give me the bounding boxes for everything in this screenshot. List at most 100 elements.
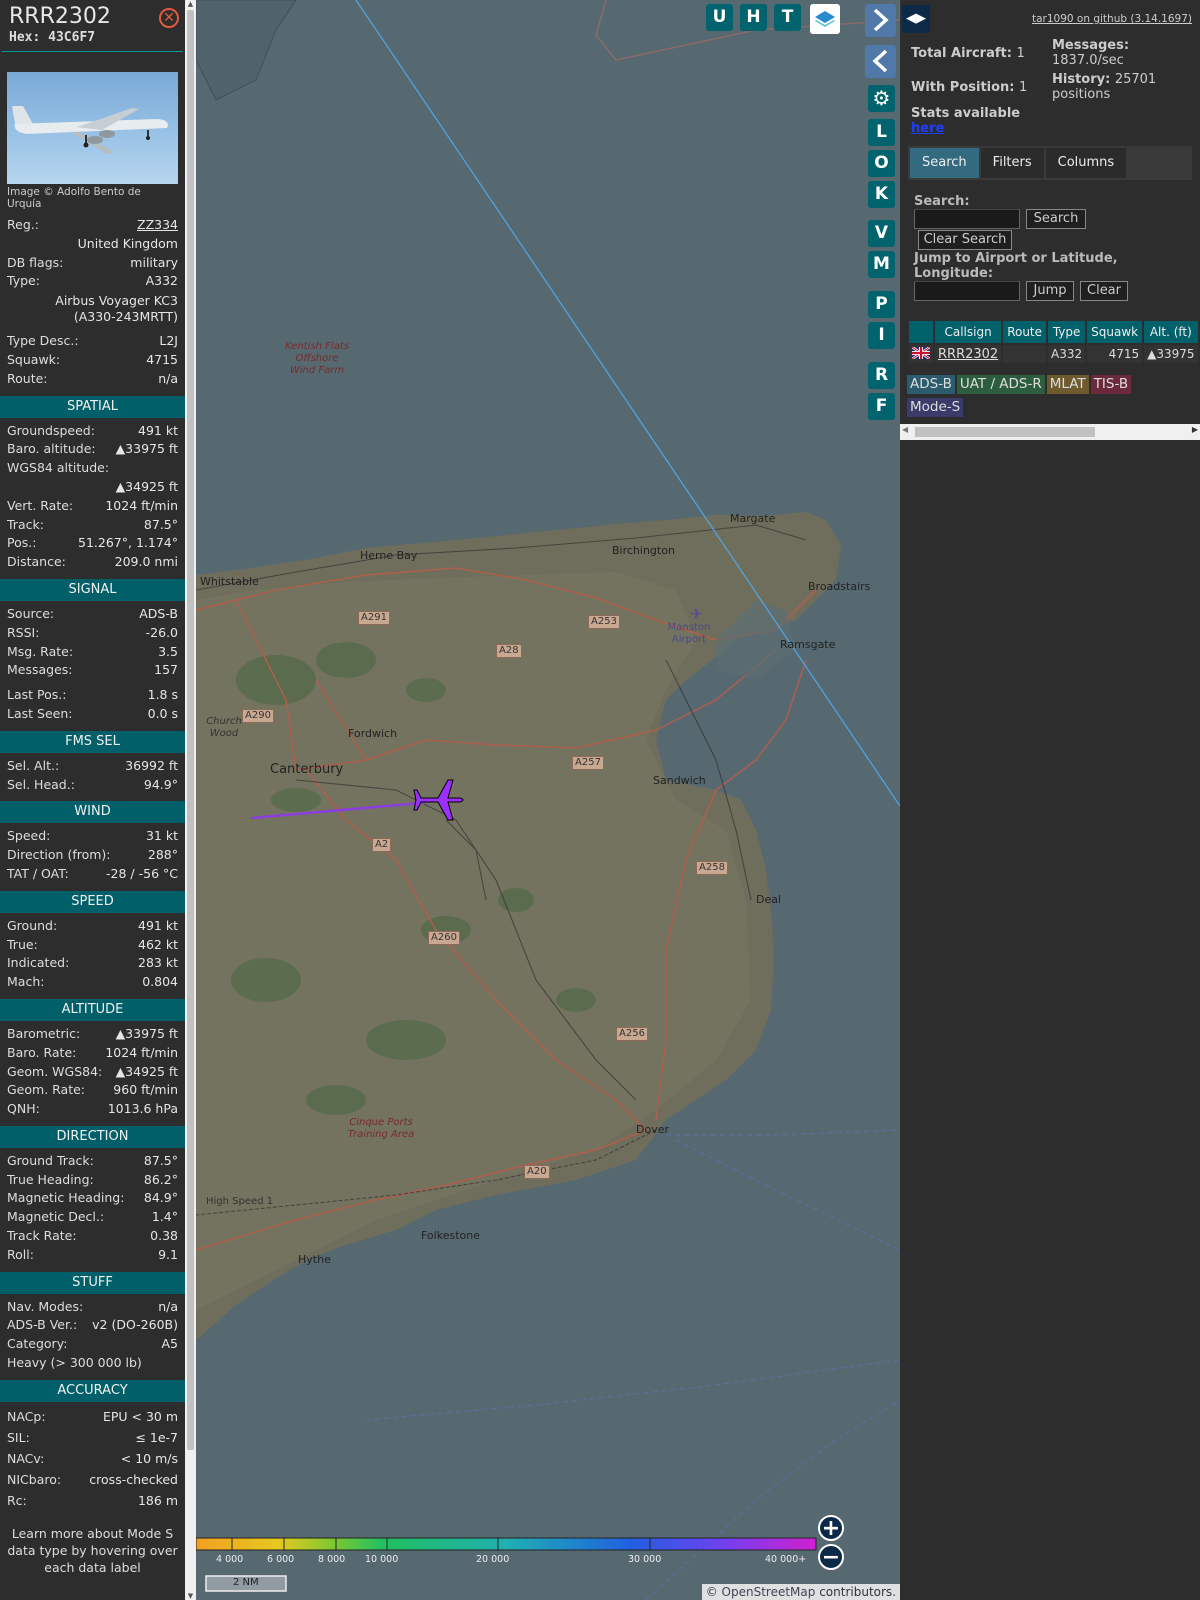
clear-button[interactable]: Clear <box>1080 281 1128 301</box>
jump-input[interactable] <box>914 281 1020 301</box>
info-row-label: Rc: <box>7 1492 27 1508</box>
jump-button[interactable]: Jump <box>1026 281 1074 301</box>
wgs84-value: ▲34925 ft <box>115 478 178 494</box>
cell-altitude: ▲33975 <box>1144 345 1198 363</box>
info-row-label: NICbaro: <box>7 1471 62 1487</box>
scroll-up-icon[interactable]: ▲ <box>186 0 195 8</box>
map-button-m[interactable]: M <box>868 251 895 278</box>
reg-link[interactable]: ZZ334 <box>137 216 178 235</box>
info-row: Sel. Alt.: 36992 ft <box>0 757 185 776</box>
place-birchington: Birchington <box>612 544 675 557</box>
info-row: Baro. Rate: 1024 ft/min <box>0 1044 185 1063</box>
tab-filters[interactable]: Filters <box>980 148 1044 178</box>
fms-rows: Sel. Alt.: 36992 ft Sel. Head.: 94.9° <box>0 757 185 795</box>
source-badge: MLAT <box>1046 375 1089 394</box>
scrollbar-thumb[interactable] <box>187 10 194 1450</box>
col-route[interactable]: Route <box>1003 321 1047 343</box>
scroll-down-icon[interactable]: ▼ <box>186 1592 195 1600</box>
expand-right-button[interactable] <box>865 4 896 37</box>
info-row: Distance: 209.0 nmi <box>0 553 185 572</box>
zoom-in-button[interactable]: + <box>818 1515 844 1541</box>
info-row: Pos.: 51.267°, 1.174° <box>0 534 185 553</box>
info-row: QNH: 1013.6 hPa <box>0 1100 185 1119</box>
table-row[interactable]: RRR2302 A332 4715 ▲33975 <box>909 345 1200 363</box>
info-row-label: Geom. WGS84: <box>7 1063 103 1079</box>
info-row-value: 84.9° <box>143 1190 178 1206</box>
github-link[interactable]: tar1090 on github (3.14.1697) <box>1032 13 1192 25</box>
aircraft-photo[interactable] <box>7 72 178 184</box>
map-button-l[interactable]: L <box>868 119 895 146</box>
place-whitstable: Whitstable <box>200 575 259 588</box>
info-row: WGS84 altitude: <box>0 459 185 478</box>
col-altitude[interactable]: Alt. (ft) <box>1144 321 1198 343</box>
hscroll-thumb[interactable] <box>915 427 1095 437</box>
route-row: Route: n/a <box>0 370 185 389</box>
tab-search[interactable]: Search <box>910 148 979 178</box>
map-button-r[interactable]: R <box>868 362 895 389</box>
info-row-value: 1.8 s <box>147 687 178 703</box>
table-horizontal-scrollbar[interactable]: ◀ ▶ <box>900 424 1200 440</box>
map-button-u[interactable]: U <box>706 4 733 31</box>
map-button-i[interactable]: I <box>868 322 895 349</box>
map-view[interactable]: ✈ Margate Birchington Herne Bay Whitstab… <box>196 0 900 1600</box>
section-altitude: ALTITUDE <box>0 998 185 1021</box>
info-row-label: Direction (from): <box>7 847 111 863</box>
road-a258: A258 <box>696 861 728 875</box>
info-row-value: 87.5° <box>143 1152 178 1168</box>
col-squawk[interactable]: Squawk <box>1087 321 1143 343</box>
info-row-value: A5 <box>161 1336 178 1352</box>
info-row-value: 0.0 s <box>147 705 178 721</box>
layers-button[interactable] <box>810 4 840 34</box>
settings-button[interactable]: ⚙ <box>868 85 895 112</box>
info-row: Barometric: ▲33975 ft <box>0 1025 185 1044</box>
col-type[interactable]: Type <box>1048 321 1086 343</box>
info-row-value: 9.1 <box>158 1246 178 1262</box>
info-scrollbar[interactable]: ▲ ▼ <box>185 0 196 1600</box>
map-button-v[interactable]: V <box>868 220 895 247</box>
map-button-t[interactable]: T <box>774 4 801 31</box>
cell-callsign[interactable]: RRR2302 <box>935 345 1002 363</box>
map-button-o[interactable]: O <box>868 150 895 177</box>
map-button-h[interactable]: H <box>740 4 767 31</box>
map-button-k[interactable]: K <box>868 181 895 208</box>
col-flag[interactable] <box>909 321 933 343</box>
search-button[interactable]: Search <box>1026 209 1086 229</box>
legend-label-30000: 30 000 <box>628 1554 662 1565</box>
place-church-wood: Church Wood <box>206 716 242 739</box>
tab-columns[interactable]: Columns <box>1045 148 1127 178</box>
messages-label: Messages: <box>1052 38 1130 53</box>
source-legend: ADS-B UAT / ADS-R MLAT TIS-B Mode-S <box>907 375 1167 421</box>
table-header-row: Callsign Route Type Squawk Alt. (ft) Sp <box>909 321 1200 343</box>
info-row: NACv: < 10 m/s <box>0 1448 185 1469</box>
learn-more-text: Learn more about Mode S data type by hov… <box>7 1525 178 1575</box>
aircraft-table: Callsign Route Type Squawk Alt. (ft) Sp … <box>907 319 1200 365</box>
clear-search-button[interactable]: Clear Search <box>918 230 1012 250</box>
osm-link[interactable]: OpenStreetMap <box>722 1585 816 1599</box>
country: United Kingdom <box>77 235 178 251</box>
collapse-left-button[interactable] <box>865 45 896 78</box>
info-row: Last Seen: 0.0 s <box>0 705 185 724</box>
close-icon[interactable]: ✕ <box>159 8 179 28</box>
direction-rows: Ground Track: 87.5° True Heading: 86.2° Magn… <box>0 1152 185 1265</box>
typedesc-row: Type Desc.: L2J <box>0 332 185 351</box>
legend-label-20000: 20 000 <box>476 1554 510 1565</box>
col-callsign[interactable]: Callsign <box>935 321 1002 343</box>
scroll-right-icon[interactable]: ▶ <box>1192 425 1198 434</box>
road-a290: A290 <box>242 709 274 723</box>
callsign-link[interactable]: RRR2302 <box>938 347 998 362</box>
zoom-out-button[interactable]: − <box>818 1544 844 1570</box>
map-button-p[interactable]: P <box>868 291 895 318</box>
hex-label: Hex: <box>9 30 41 45</box>
toggle-sidebar-button[interactable]: ◀▶ <box>902 5 930 33</box>
section-signal: SIGNAL <box>0 578 185 601</box>
road-a257: A257 <box>572 756 604 770</box>
attribution-prefix: © <box>705 1585 718 1599</box>
info-row-label: Groundspeed: <box>7 422 95 438</box>
spatial-rows: Groundspeed: 491 kt Baro. altitude: ▲33975 … <box>0 422 185 478</box>
scroll-left-icon[interactable]: ◀ <box>902 425 908 434</box>
stats-here-link[interactable]: here <box>911 121 944 136</box>
road-a291: A291 <box>358 611 390 625</box>
search-input[interactable] <box>914 209 1020 229</box>
map-button-f[interactable]: F <box>868 393 895 420</box>
info-row: Direction (from): 288° <box>0 846 185 865</box>
